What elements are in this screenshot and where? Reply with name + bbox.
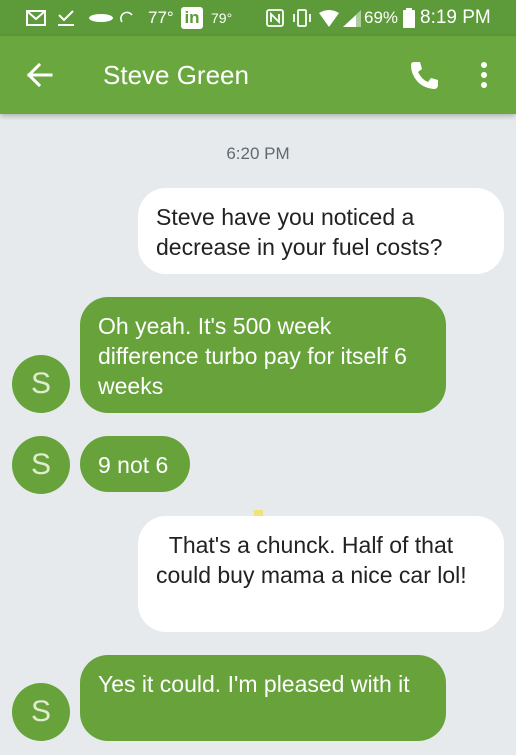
app-bar: Steve Green <box>0 36 516 114</box>
back-button[interactable] <box>15 50 65 100</box>
clock: 8:19 PM <box>420 7 491 28</box>
gmail-icon <box>26 10 46 26</box>
incoming-message[interactable]: 9 not 6 <box>80 436 190 492</box>
check-download-icon <box>58 10 74 26</box>
wifi-icon <box>319 10 339 27</box>
contact-avatar[interactable]: S <box>12 355 70 413</box>
car-icon <box>89 14 113 22</box>
vibrate-icon <box>293 9 311 27</box>
incoming-message[interactable]: Yes it could. I'm pleased with it <box>80 655 446 741</box>
temperature-2: 79° <box>211 10 233 26</box>
outgoing-message[interactable]: That's a chunck. Half of that could buy … <box>138 516 504 632</box>
battery-percent: 69% <box>364 8 399 27</box>
call-button[interactable] <box>399 50 449 100</box>
conversation-title: Steve Green <box>103 60 249 90</box>
signal-icon <box>343 10 361 27</box>
more-vert-icon <box>481 62 487 88</box>
incoming-message[interactable]: Oh yeah. It's 500 week difference turbo … <box>80 297 446 413</box>
outgoing-message[interactable]: Steve have you noticed a decrease in you… <box>138 188 504 274</box>
temperature-1: 77° <box>148 8 174 27</box>
battery-icon <box>403 8 415 28</box>
message-timestamp: 6:20 PM <box>226 144 290 163</box>
message-thread[interactable]: 6:20 PM Steve have you noticed a decreas… <box>0 114 516 755</box>
linkedin-icon: in <box>181 7 203 29</box>
arrow-left-icon <box>26 62 53 88</box>
phone-icon <box>411 62 438 89</box>
refresh-icon <box>120 11 133 23</box>
status-bar: 77° in 79° 69% 8:19 PM <box>0 0 516 36</box>
nfc-icon <box>266 9 284 27</box>
more-options-button[interactable] <box>459 50 509 100</box>
contact-avatar[interactable]: S <box>12 436 70 494</box>
contact-avatar[interactable]: S <box>12 683 70 741</box>
